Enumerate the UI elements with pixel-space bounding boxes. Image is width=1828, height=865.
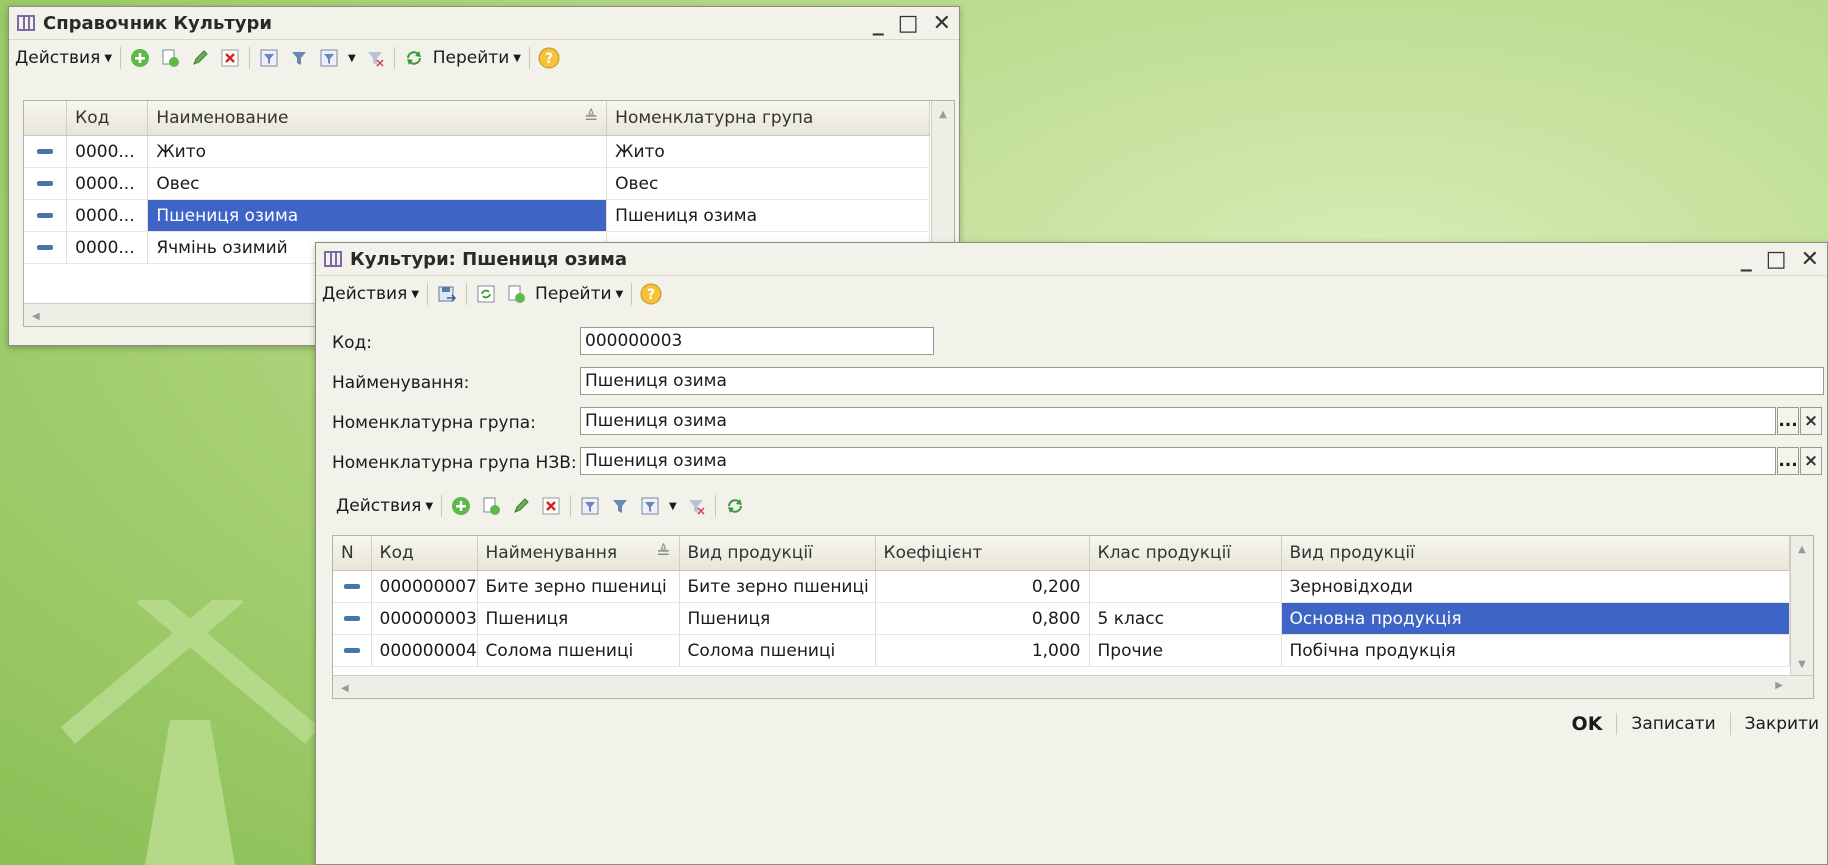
col-name[interactable]: Найменування ≜ bbox=[477, 536, 680, 571]
form-toolbar: Действия ▼ Перейти ▼ ? bbox=[316, 276, 1827, 312]
filter-by-value-icon[interactable] bbox=[609, 495, 631, 517]
clear-filter-icon[interactable] bbox=[685, 495, 707, 517]
help-icon[interactable]: ? bbox=[640, 283, 662, 305]
group-nzv-clear-button[interactable]: × bbox=[1800, 447, 1822, 475]
windmill-decoration bbox=[60, 600, 320, 865]
form-titlebar: Культури: Пшениця озима _ □ ✕ bbox=[316, 243, 1827, 276]
group-field[interactable]: Пшениця озима bbox=[580, 407, 1776, 435]
copy-icon[interactable] bbox=[159, 47, 181, 69]
minimize-button[interactable]: _ bbox=[1741, 247, 1752, 272]
col-code[interactable]: Код bbox=[66, 101, 149, 136]
edit-icon[interactable] bbox=[510, 495, 532, 517]
item-icon bbox=[37, 213, 54, 218]
table-row[interactable]: 000000004 Солома пшениці Солома пшениці … bbox=[333, 634, 1790, 667]
ok-button[interactable]: OK bbox=[1572, 713, 1603, 735]
sort-asc-icon: ≜ bbox=[583, 108, 599, 128]
help-icon[interactable]: ? bbox=[538, 47, 560, 69]
filter-by-value-icon[interactable] bbox=[288, 47, 310, 69]
clear-filter-icon[interactable] bbox=[364, 47, 386, 69]
maximize-button[interactable]: □ bbox=[898, 11, 919, 36]
item-form-window: Культури: Пшениця озима _ □ ✕ Действия ▼ … bbox=[315, 242, 1828, 865]
filter-list-icon[interactable] bbox=[639, 495, 661, 517]
group-clear-button[interactable]: × bbox=[1800, 407, 1822, 435]
catalog-titlebar: Справочник Культури _ □ ✕ bbox=[9, 7, 959, 40]
group-nzv-select-button[interactable]: ... bbox=[1777, 447, 1799, 475]
table-icon bbox=[324, 251, 342, 267]
form-title: Культури: Пшениця озима bbox=[350, 248, 628, 270]
goto-menu[interactable]: Перейти ▼ bbox=[433, 48, 521, 68]
item-icon bbox=[37, 149, 54, 154]
group-nzv-field[interactable]: Пшениця озима bbox=[580, 447, 1776, 475]
delete-icon[interactable] bbox=[540, 495, 562, 517]
delete-icon[interactable] bbox=[219, 47, 241, 69]
table-icon bbox=[17, 15, 35, 31]
catalog-title: Справочник Культури bbox=[43, 12, 272, 34]
close-button[interactable]: ✕ bbox=[1801, 247, 1819, 272]
code-field[interactable]: 000000003 bbox=[580, 327, 934, 355]
table-row-selected[interactable]: 0000... Пшениця озима Пшениця озима bbox=[24, 199, 930, 232]
col-n[interactable]: N bbox=[333, 536, 372, 571]
table-row[interactable]: 0000... Овес Овес bbox=[24, 167, 930, 200]
actions-menu[interactable]: Действия ▼ bbox=[15, 48, 112, 68]
reread-icon[interactable] bbox=[475, 283, 497, 305]
col-code[interactable]: Код bbox=[371, 536, 478, 571]
item-icon bbox=[37, 245, 54, 250]
col-coefficient[interactable]: Коефіцієнт bbox=[875, 536, 1090, 571]
add-icon[interactable] bbox=[129, 47, 151, 69]
save-close-icon[interactable] bbox=[436, 283, 458, 305]
save-button[interactable]: Записати bbox=[1631, 714, 1715, 734]
close-form-button[interactable]: Закрити bbox=[1745, 714, 1819, 734]
table-toolbar: Действия ▼ ▼ bbox=[330, 488, 752, 524]
table-actions-menu[interactable]: Действия ▼ bbox=[336, 496, 433, 516]
add-icon[interactable] bbox=[450, 495, 472, 517]
filter-icon[interactable] bbox=[579, 495, 601, 517]
edit-icon[interactable] bbox=[189, 47, 211, 69]
refresh-icon[interactable] bbox=[403, 47, 425, 69]
filter-icon[interactable] bbox=[258, 47, 280, 69]
col-group[interactable]: Номенклатурна група bbox=[606, 101, 930, 136]
form-footer: OK Записати Закрити bbox=[1572, 713, 1819, 735]
name-label: Найменування: bbox=[332, 373, 470, 393]
table-row-selected[interactable]: 000000003 Пшениця Пшениця 0,800 5 класс … bbox=[333, 602, 1790, 635]
group-select-button[interactable]: ... bbox=[1777, 407, 1799, 435]
item-icon bbox=[343, 648, 360, 653]
group-label: Номенклатурна група: bbox=[332, 413, 536, 433]
item-icon bbox=[37, 181, 54, 186]
group-nzv-label: Номенклатурна група НЗВ: bbox=[332, 453, 577, 473]
col-product-kind[interactable]: Вид продукції bbox=[679, 536, 876, 571]
code-label: Код: bbox=[332, 333, 372, 353]
table-row[interactable]: 0000... Жито Жито bbox=[24, 135, 930, 168]
actions-menu[interactable]: Действия ▼ bbox=[322, 284, 419, 304]
goto-menu[interactable]: Перейти ▼ bbox=[535, 284, 623, 304]
col-name[interactable]: Наименование ≜ bbox=[147, 101, 608, 136]
copy-icon[interactable] bbox=[505, 283, 527, 305]
products-grid: N Код Найменування ≜ Вид продукції Коефіц… bbox=[332, 535, 1814, 699]
minimize-button[interactable]: _ bbox=[873, 11, 884, 36]
name-field[interactable]: Пшениця озима bbox=[580, 367, 1824, 395]
filter-list-icon[interactable] bbox=[318, 47, 340, 69]
table-row[interactable]: 000000007 Бите зерно пшениці Бите зерно … bbox=[333, 570, 1790, 603]
col-product-class[interactable]: Клас продукції bbox=[1089, 536, 1282, 571]
col-marker[interactable] bbox=[24, 101, 68, 136]
horizontal-scrollbar[interactable]: ◀ ▶ bbox=[333, 675, 1813, 698]
catalog-toolbar: Действия ▼ ▼ Перейти ▼ ? bbox=[9, 40, 959, 76]
sort-asc-icon: ≜ bbox=[656, 543, 671, 563]
col-product-type[interactable]: Вид продукції bbox=[1281, 536, 1790, 571]
item-icon bbox=[343, 616, 360, 621]
svg-text:?: ? bbox=[545, 51, 553, 67]
refresh-icon[interactable] bbox=[724, 495, 746, 517]
maximize-button[interactable]: □ bbox=[1766, 247, 1787, 272]
close-button[interactable]: ✕ bbox=[933, 11, 951, 36]
copy-icon[interactable] bbox=[480, 495, 502, 517]
vertical-scrollbar[interactable]: ▲ ▼ bbox=[1790, 536, 1813, 676]
item-icon bbox=[343, 584, 360, 589]
svg-text:?: ? bbox=[647, 287, 655, 303]
